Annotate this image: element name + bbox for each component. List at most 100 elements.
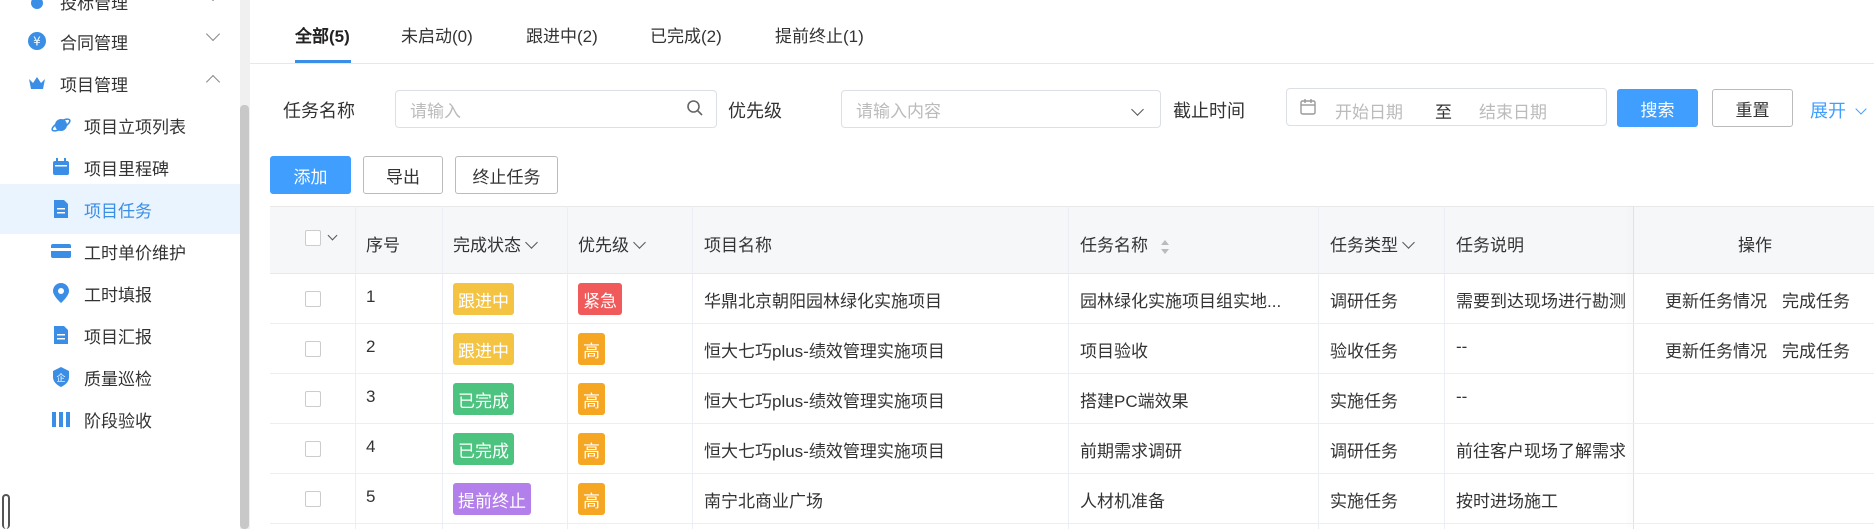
task-name: 前期需求调研 — [1080, 442, 1182, 461]
tab-all[interactable]: 全部(5) — [295, 22, 350, 47]
chevron-down-icon — [205, 26, 221, 42]
table-row[interactable]: 3 已完成 高 恒大七巧plus-绩效管理实施项目 搭建PC端效果 实施任务 -… — [270, 374, 1874, 424]
row-checkbox[interactable] — [305, 291, 321, 307]
document-icon — [50, 324, 72, 346]
chevron-up-icon — [205, 74, 221, 90]
status-badge: 跟进中 — [453, 333, 514, 365]
end-date-placeholder[interactable]: 结束日期 — [1479, 98, 1547, 123]
sidebar-item-label: 项目立项列表 — [84, 117, 186, 137]
task-desc: -- — [1456, 337, 1468, 356]
filter-chevron-icon — [1402, 236, 1415, 249]
search-icon — [686, 99, 704, 122]
header-ops: 操作 — [1738, 236, 1772, 255]
header-index: 序号 — [366, 236, 400, 255]
table-row[interactable]: 2 跟进中 高 恒大七巧plus-绩效管理实施项目 项目验收 验收任务 -- 更… — [270, 324, 1874, 374]
sidebar-item-label: 合同管理 — [60, 33, 128, 53]
priority-select[interactable]: 请输入内容 — [841, 90, 1161, 128]
row-index: 4 — [366, 437, 376, 456]
select-all-checkbox[interactable] — [305, 230, 321, 246]
complete-task-link[interactable]: 完成任务 — [1782, 337, 1850, 362]
expand-link[interactable]: 展开 — [1810, 97, 1867, 123]
project-name: 恒大七巧plus-绩效管理实施项目 — [704, 392, 945, 411]
task-desc: -- — [1456, 387, 1468, 406]
task-name-placeholder: 请输入 — [410, 101, 461, 121]
header-priority[interactable]: 优先级 — [578, 231, 646, 256]
priority-placeholder: 请输入内容 — [856, 101, 941, 121]
table-row[interactable]: 1 跟进中 紧急 华鼎北京朝阳园林绿化实施项目 园林绿化实施项目组实地... 调… — [270, 274, 1874, 324]
row-checkbox[interactable] — [305, 441, 321, 457]
row-checkbox[interactable] — [305, 391, 321, 407]
table-row[interactable]: 5 提前终止 高 南宁北商业广场 人材机准备 实施任务 按时进场施工 — [270, 474, 1874, 524]
table-row[interactable]: 4 已完成 高 恒大七巧plus-绩效管理实施项目 前期需求调研 调研任务 前往… — [270, 424, 1874, 474]
header-type[interactable]: 任务类型 — [1330, 231, 1415, 256]
priority-badge: 高 — [578, 483, 605, 515]
sidebar-item-stage-acceptance[interactable]: 阶段验收 — [0, 394, 240, 444]
row-checkbox[interactable] — [305, 341, 321, 357]
start-date-placeholder[interactable]: 开始日期 — [1335, 98, 1403, 123]
header-status[interactable]: 完成状态 — [453, 231, 538, 256]
task-type: 调研任务 — [1330, 442, 1398, 461]
header-type-label: 任务类型 — [1330, 236, 1398, 255]
yuan-icon: ¥ — [26, 30, 48, 52]
task-name: 园林绿化实施项目组实地... — [1080, 292, 1282, 311]
task-desc: 需要到达现场进行勘测 — [1456, 292, 1626, 311]
status-badge: 提前终止 — [453, 483, 531, 515]
chevron-down-icon — [1855, 103, 1867, 115]
sidebar-item-label: 项目汇报 — [84, 327, 152, 347]
row-checkbox[interactable] — [305, 491, 321, 507]
sidebar-item-label: 项目管理 — [60, 75, 128, 95]
header-task[interactable]: 任务名称 — [1080, 231, 1171, 256]
project-name: 南宁北商业广场 — [704, 492, 823, 511]
row-index: 1 — [366, 287, 376, 306]
crown-icon — [26, 72, 48, 94]
row-index: 3 — [366, 387, 376, 406]
tab-following[interactable]: 跟进中(2) — [526, 22, 598, 47]
thermometer-icon — [2, 494, 10, 529]
tab-completed[interactable]: 已完成(2) — [650, 22, 722, 47]
calendar-icon — [1299, 98, 1317, 121]
status-badge: 跟进中 — [453, 283, 514, 315]
header-desc: 任务说明 — [1456, 236, 1524, 255]
task-name: 搭建PC端效果 — [1080, 392, 1189, 411]
chevron-down-icon[interactable] — [327, 230, 338, 241]
search-button[interactable]: 搜索 — [1617, 89, 1698, 127]
task-type: 实施任务 — [1330, 392, 1398, 411]
sidebar-scrollbar[interactable] — [240, 105, 249, 529]
priority-badge: 高 — [578, 383, 605, 415]
active-tab-indicator — [295, 60, 351, 63]
row-index: 5 — [366, 487, 376, 506]
sidebar-item-label: 工时填报 — [84, 285, 152, 305]
terminate-task-button[interactable]: 终止任务 — [455, 156, 558, 194]
reset-button[interactable]: 重置 — [1712, 89, 1793, 127]
export-button[interactable]: 导出 — [363, 156, 443, 194]
tab-terminated[interactable]: 提前终止(1) — [775, 22, 864, 47]
task-type: 验收任务 — [1330, 342, 1398, 361]
sidebar-item-label: 项目里程碑 — [84, 159, 169, 179]
update-task-link[interactable]: 更新任务情况 — [1665, 337, 1767, 362]
tab-not-started[interactable]: 未启动(0) — [401, 22, 473, 47]
task-name-input[interactable]: 请输入 — [395, 90, 717, 128]
sidebar-item-label: 项目任务 — [84, 201, 152, 221]
complete-task-link[interactable]: 完成任务 — [1782, 287, 1850, 312]
priority-label: 优先级 — [728, 101, 782, 121]
task-type: 实施任务 — [1330, 492, 1398, 511]
chevron-down-icon — [1131, 103, 1144, 116]
status-badge: 已完成 — [453, 433, 514, 465]
planet-icon — [50, 114, 72, 136]
header-priority-label: 优先级 — [578, 236, 629, 255]
add-button[interactable]: 添加 — [270, 156, 351, 194]
medal-icon — [26, 0, 48, 12]
project-name: 华鼎北京朝阳园林绿化实施项目 — [704, 292, 942, 311]
chevron-down-icon — [205, 0, 221, 2]
priority-badge: 高 — [578, 433, 605, 465]
task-desc: 前往客户现场了解需求 — [1456, 442, 1626, 461]
task-table: 序号 完成状态 优先级 项目名称 任务名称 任务类型 任务说明 操作 1 跟进中… — [270, 206, 1874, 529]
header-status-label: 完成状态 — [453, 236, 521, 255]
date-range-picker[interactable]: 开始日期 至 结束日期 — [1286, 88, 1607, 126]
sidebar-item-label: 阶段验收 — [84, 411, 152, 431]
update-task-link[interactable]: 更新任务情况 — [1665, 287, 1767, 312]
filter-chevron-icon — [633, 236, 646, 249]
project-name: 恒大七巧plus-绩效管理实施项目 — [704, 342, 945, 361]
task-name: 项目验收 — [1080, 342, 1148, 361]
document-icon — [50, 198, 72, 220]
